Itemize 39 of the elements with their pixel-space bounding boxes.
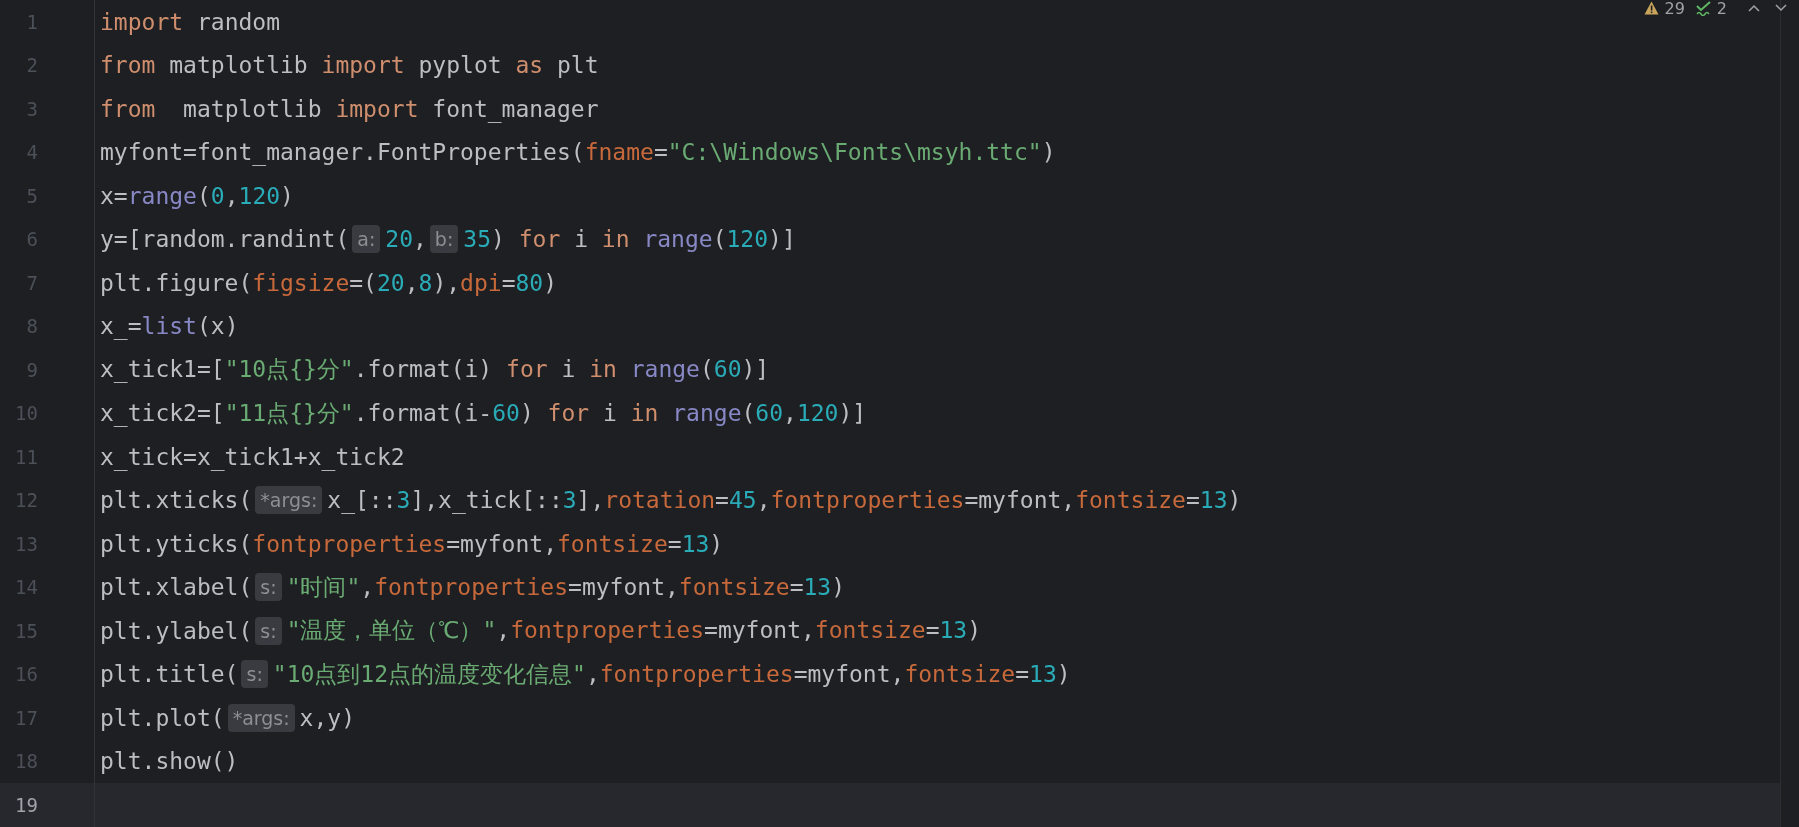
code-text: plt.xticks( [100,487,253,514]
code-text: myfont=font_manager.FontProperties(fname="C:\Windows\Fonts\msyh.ttc") [100,139,1056,166]
parameter-hint: s: [255,616,282,645]
code-text: "时间",fontproperties=myfont,fontsize=13) [286,572,846,602]
code-text: x=range(0,120) [100,182,294,209]
code-text: 20, [385,226,427,253]
code-text: plt.show() [100,748,239,775]
parameter-hint: b: [429,225,459,254]
check-icon[interactable] [1695,0,1712,16]
parameter-hint: *args: [255,486,323,515]
code-text: plt.title( [100,661,239,688]
parameter-hint: a: [352,225,381,254]
code-text: y=[random.randint( [100,226,350,253]
code-text: plt.xlabel( [100,574,253,601]
code-text: x_tick1=["10点{}分".format(i) for i in range(60)] [100,355,770,385]
code-text: "10点到12点的温度变化信息",fontproperties=myfont,fontsize=13) [272,659,1071,689]
line-number: 19 [15,793,38,816]
warning-count: 29 [1664,0,1685,18]
chevron-down-icon[interactable] [1775,4,1787,12]
warning-icon[interactable] [1644,1,1660,15]
code-text: x_=list(x) [100,313,239,340]
check-count: 2 [1716,0,1727,18]
code-text: from matplotlib import pyplot as plt [100,52,599,79]
code-text: plt.plot( [100,704,225,731]
code-text: x_tick2=["11点{}分".format(i-60) for i in range(60,120)] [100,398,867,429]
code-text: "温度，单位（℃）",fontproperties=myfont,fontsize=13) [286,616,982,646]
chevron-up-icon[interactable] [1748,4,1760,12]
parameter-hint: s: [255,573,282,602]
code-text: plt.yticks(fontproperties=myfont,fontsize=13) [100,530,724,557]
parameter-hint: *args: [227,703,295,732]
code-text: x,y) [299,704,355,731]
code-text: from matplotlib import font_manager [100,95,599,122]
code-text: x_tick=x_tick1+x_tick2 [100,443,405,470]
code-text: plt.figure(figsize=(20,8),dpi=80) [100,269,558,296]
code-text: plt.ylabel( [100,617,253,644]
code-text: x_[::3],x_tick[::3],rotation=45,fontproperties=myfont,fontsize=13) [327,487,1242,514]
code-text: 35) for i in range(120)] [463,226,796,253]
parameter-hint: s: [241,660,268,689]
code-text: import random [100,8,281,35]
